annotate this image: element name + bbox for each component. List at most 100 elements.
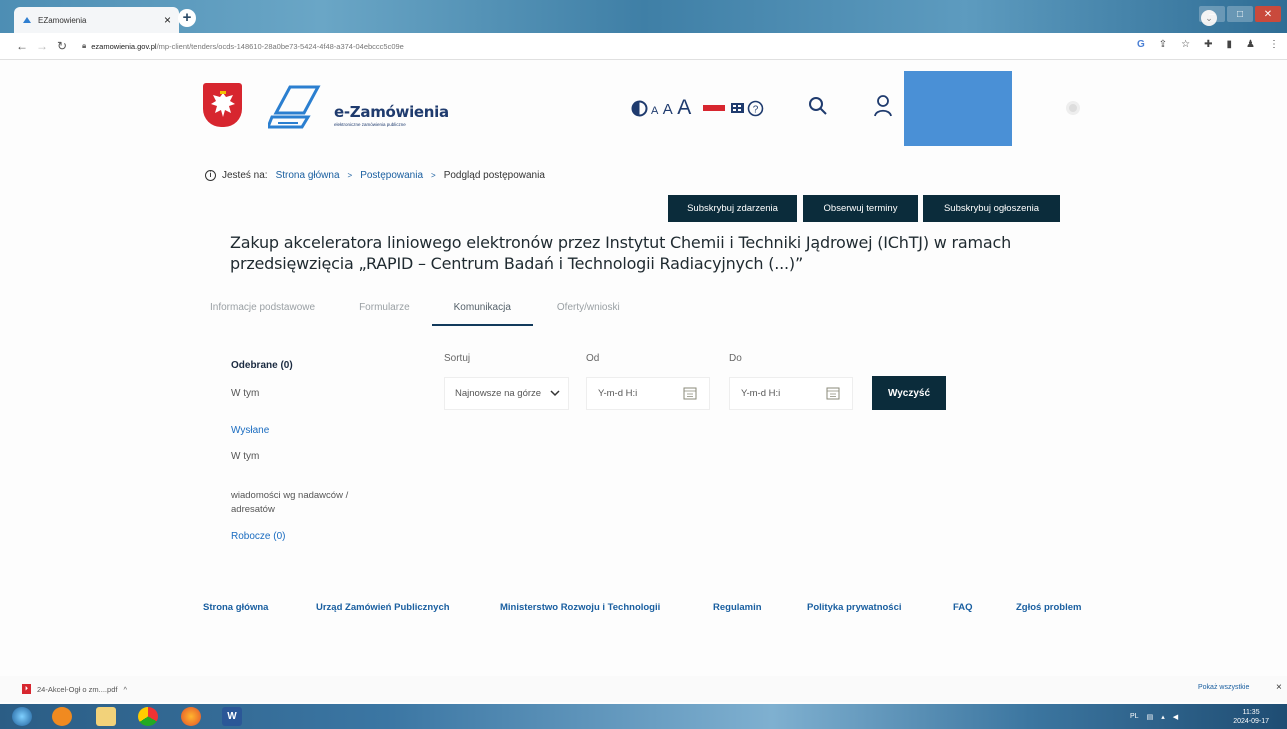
- star-icon[interactable]: ☆: [1181, 39, 1190, 50]
- pdf-file-icon: ⏵: [22, 684, 31, 694]
- window-controls: – □ ✕: [1199, 6, 1281, 22]
- firefox-icon[interactable]: [181, 707, 201, 726]
- tab-forms[interactable]: Formularze: [359, 298, 410, 326]
- extensions-icon[interactable]: ✚: [1204, 39, 1212, 50]
- footer-link-home[interactable]: Strona główna: [203, 602, 268, 613]
- language-indicator-icon[interactable]: PL: [1130, 713, 1139, 721]
- user-account-icon[interactable]: [873, 95, 893, 117]
- taskbar-clock[interactable]: 11:35 2024-09-17: [1233, 708, 1269, 726]
- window-close-icon[interactable]: ✕: [1255, 6, 1281, 22]
- start-icon[interactable]: [12, 707, 32, 726]
- show-all-downloads-link[interactable]: Pokaż wszystkie: [1198, 684, 1249, 691]
- font-size-medium-button[interactable]: A: [663, 101, 673, 118]
- footer-link-faq[interactable]: FAQ: [953, 602, 973, 613]
- font-size-large-button[interactable]: A: [677, 96, 691, 119]
- date-from-placeholder: Y-m-d H:i: [598, 388, 638, 399]
- tray-expand-icon[interactable]: ▴: [1161, 713, 1165, 721]
- browser-tab[interactable]: EZamowienia ×: [14, 7, 179, 33]
- contrast-icon[interactable]: [631, 100, 648, 117]
- url-path: /mp-client/tenders/ocds-148610-28a0be73-…: [156, 41, 404, 51]
- site-logo[interactable]: e-Zamówienia elektroniczne zamówienia pu…: [268, 83, 449, 131]
- date-to-input[interactable]: Y-m-d H:i: [729, 377, 853, 410]
- received-subcategory-label: W tym: [231, 388, 260, 399]
- sent-link[interactable]: Wysłane: [231, 425, 269, 436]
- url-field[interactable]: 🔒︎ ezamowienia.gov.pl /mp-client/tenders…: [82, 41, 404, 51]
- breadcrumb-separator-icon: >: [347, 171, 353, 180]
- info-icon: i: [205, 170, 216, 181]
- sort-label: Sortuj: [444, 353, 471, 364]
- volume-icon[interactable]: ◀: [1173, 713, 1178, 721]
- clear-filters-button[interactable]: Wyczyść: [872, 376, 946, 410]
- minimize-icon[interactable]: –: [1199, 6, 1225, 22]
- breadcrumb-prefix: Jesteś na:: [222, 170, 268, 181]
- sort-select[interactable]: Najnowsze na górze: [444, 377, 569, 410]
- address-bar: ← → ↻ 🔒︎ ezamowienia.gov.pl /mp-client/t…: [0, 33, 1287, 60]
- footer-links: Strona główna Urząd Zamówień Publicznych…: [0, 602, 1287, 616]
- system-tray: PL ▤ ▴ ◀: [1130, 713, 1178, 721]
- language-flag-icon[interactable]: [703, 105, 726, 111]
- tab-offers[interactable]: Oferty/wnioski: [557, 298, 620, 326]
- tab-communication[interactable]: Komunikacja: [431, 298, 533, 326]
- subscribe-notices-button[interactable]: Subskrybuj ogłoszenia: [923, 195, 1060, 222]
- url-host: ezamowienia.gov.pl: [91, 41, 157, 51]
- browser-toolbar-icons: G ⇪ ☆ ✚ ▮ ♟ ⋮: [1137, 39, 1279, 50]
- sidepanel-icon[interactable]: ▮: [1227, 39, 1233, 50]
- forward-icon[interactable]: →: [32, 39, 52, 53]
- by-sender-label: wiadomości wg nadawców / adresatów: [231, 490, 349, 515]
- sort-select-value: Najnowsze na górze: [455, 388, 542, 399]
- media-player-icon[interactable]: [52, 707, 72, 726]
- page-title: Zakup akceleratora liniowego elektronów …: [230, 233, 1012, 273]
- maximize-icon[interactable]: □: [1227, 6, 1253, 22]
- subscribe-events-button[interactable]: Subskrybuj zdarzenia: [668, 195, 797, 222]
- footer-link-uzp[interactable]: Urząd Zamówień Publicznych: [316, 602, 450, 613]
- gear-icon[interactable]: [1066, 101, 1080, 115]
- chrome-icon[interactable]: [138, 707, 158, 726]
- share-icon[interactable]: ⇪: [1159, 39, 1167, 50]
- footer-link-terms[interactable]: Regulamin: [713, 602, 762, 613]
- search-icon[interactable]: [808, 96, 828, 116]
- calendar-icon[interactable]: [826, 386, 840, 400]
- tender-tabs: Informacje podstawowe Formularze Komunik…: [210, 298, 664, 326]
- back-icon[interactable]: ←: [12, 39, 32, 53]
- sent-subcategory-label: W tym: [231, 451, 260, 462]
- date-to-placeholder: Y-m-d H:i: [741, 388, 781, 399]
- logo-name: e-Zamówienia: [334, 103, 449, 121]
- network-icon[interactable]: ▤: [1147, 713, 1154, 721]
- tab-basic-info[interactable]: Informacje podstawowe: [210, 298, 315, 326]
- poland-emblem-icon: [203, 83, 242, 127]
- windows-taskbar: W PL ▤ ▴ ◀ 11:35 2024-09-17: [0, 704, 1287, 729]
- sign-language-icon[interactable]: [731, 103, 745, 113]
- download-filename: 24-Akcel-Ogł o zm....pdf: [37, 684, 118, 694]
- clock-date: 2024-09-17: [1233, 718, 1269, 725]
- download-item[interactable]: ⏵ 24-Akcel-Ogł o zm....pdf ^: [22, 684, 127, 694]
- drafts-link[interactable]: Robocze (0): [231, 531, 285, 542]
- profile-icon[interactable]: ♟: [1246, 39, 1255, 50]
- font-size-controls: A A A: [651, 96, 691, 120]
- received-link[interactable]: Odebrane (0): [231, 360, 293, 371]
- menu-icon[interactable]: ⋮: [1269, 39, 1279, 50]
- calendar-icon[interactable]: [683, 386, 697, 400]
- footer-link-ministry[interactable]: Ministerstwo Rozwoju i Technologii: [500, 602, 660, 613]
- date-from-input[interactable]: Y-m-d H:i: [586, 377, 710, 410]
- footer-link-privacy[interactable]: Polityka prywatności: [807, 602, 902, 613]
- svg-text:?: ?: [753, 104, 759, 115]
- lock-icon: 🔒︎: [82, 41, 87, 50]
- tab-close-icon[interactable]: ×: [164, 13, 171, 27]
- help-icon[interactable]: ?: [747, 100, 764, 117]
- breadcrumb-home[interactable]: Strona główna: [276, 170, 340, 181]
- google-icon[interactable]: G: [1137, 39, 1145, 50]
- word-icon[interactable]: W: [222, 707, 242, 726]
- file-explorer-icon[interactable]: [96, 707, 116, 726]
- tab-title: EZamowienia: [38, 15, 87, 25]
- footer-link-report[interactable]: Zgłoś problem: [1016, 602, 1081, 613]
- close-download-bar-icon[interactable]: ×: [1276, 682, 1282, 693]
- watch-deadlines-button[interactable]: Obserwuj terminy: [803, 195, 918, 222]
- laptop-logo-icon: [268, 85, 321, 129]
- site-favicon-icon: [22, 15, 32, 25]
- logo-subtitle: elektroniczne zamówienia publiczne: [334, 122, 406, 127]
- breadcrumb-proceedings[interactable]: Postępowania: [360, 170, 423, 181]
- chevron-up-icon[interactable]: ^: [123, 685, 127, 694]
- new-tab-button[interactable]: +: [178, 9, 196, 27]
- reload-icon[interactable]: ↻: [52, 39, 72, 53]
- font-size-small-button[interactable]: A: [651, 105, 658, 117]
